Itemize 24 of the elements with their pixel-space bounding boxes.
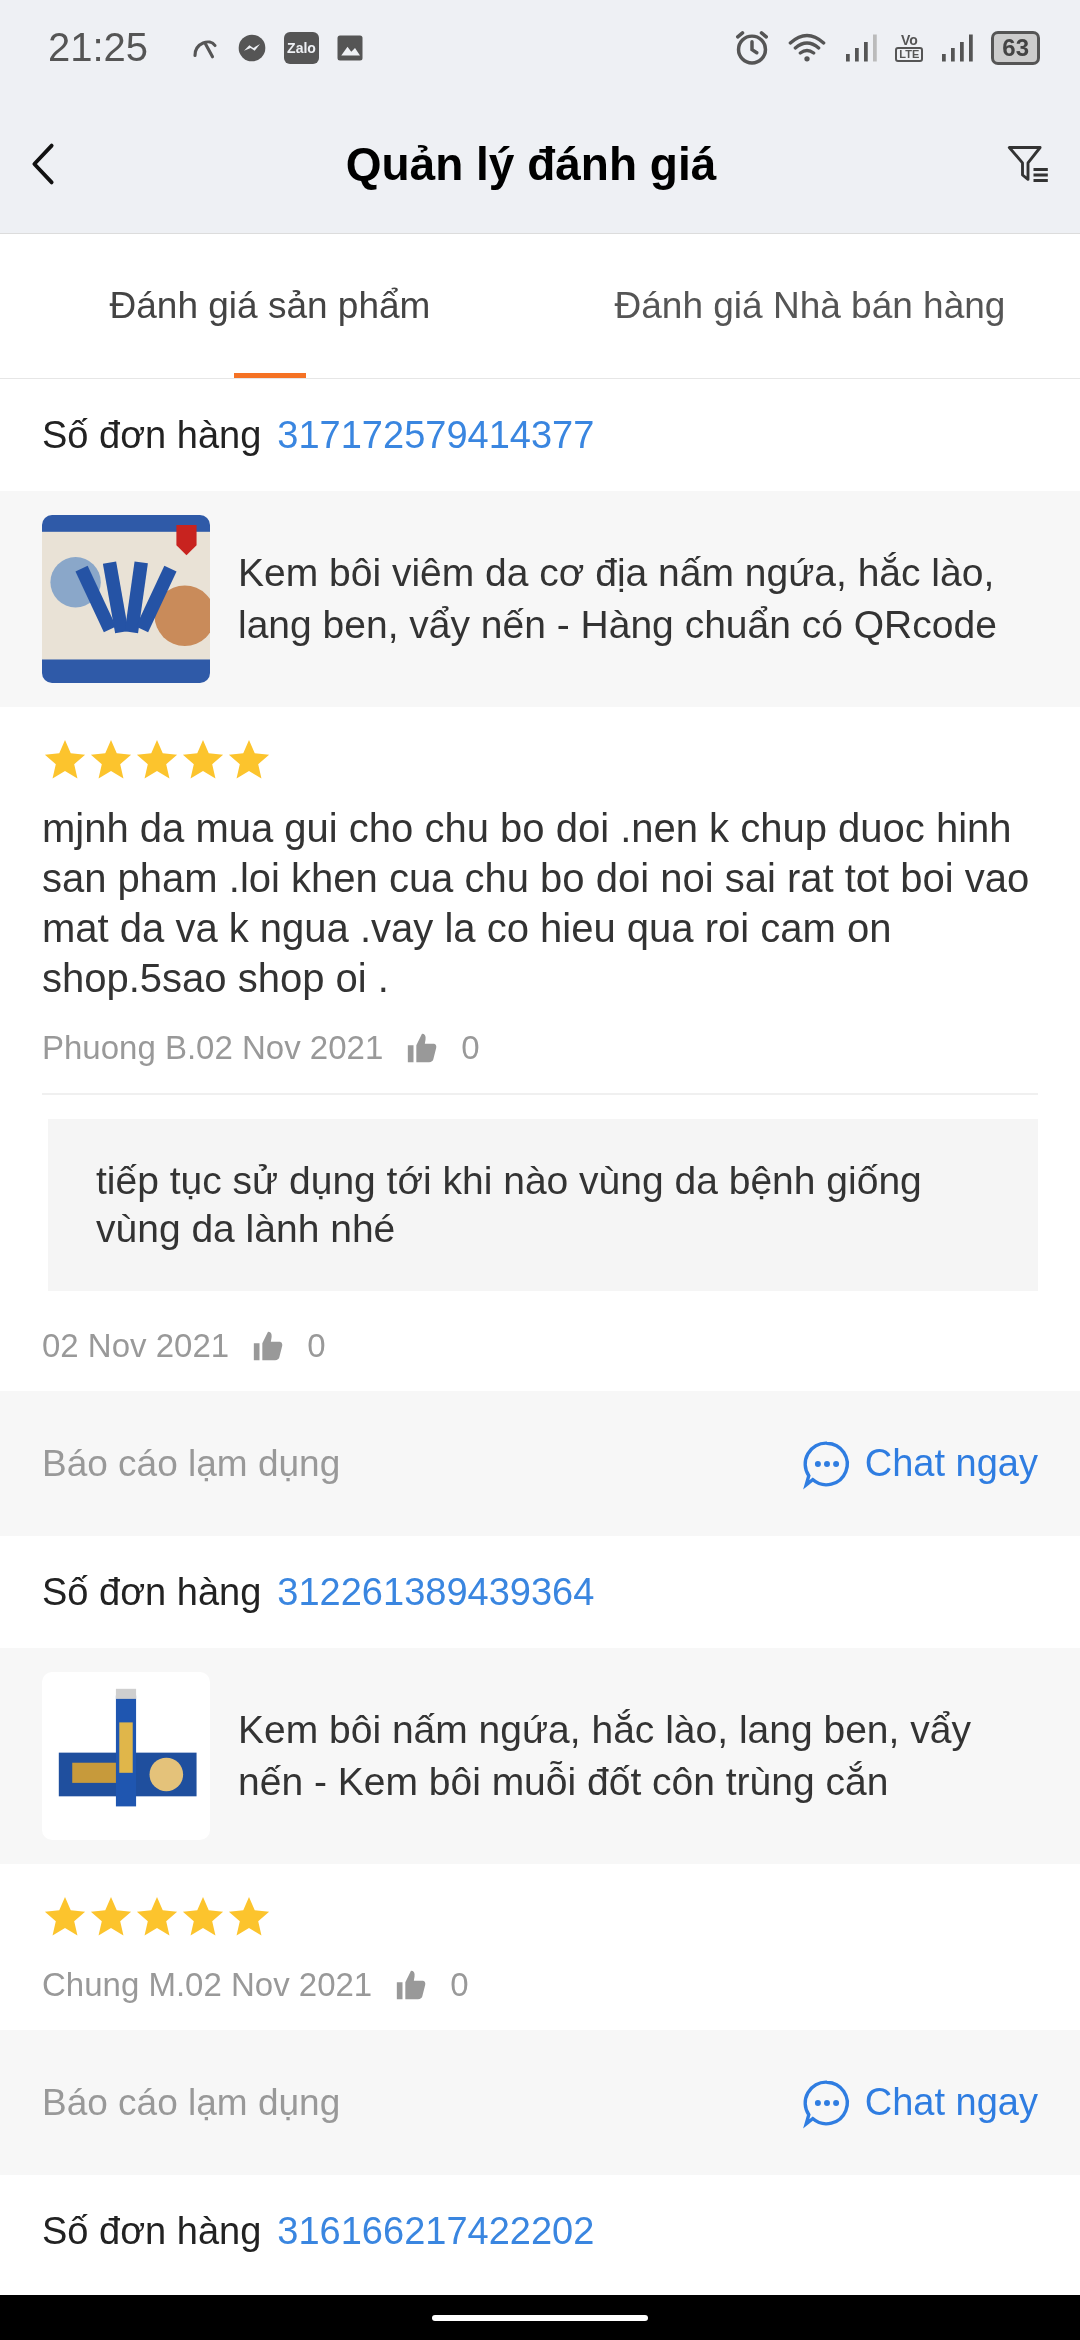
seller-reply: tiếp tục sử dụng tới khi nào vùng da bệnh giống vùng da lành nhé	[48, 1119, 1038, 1291]
reply-date: 02 Nov 2021	[42, 1327, 230, 1365]
like-count: 0	[450, 1966, 469, 2004]
report-link[interactable]: Báo cáo lạm dụng	[42, 1442, 341, 1485]
chat-link[interactable]: Chat ngay	[864, 1442, 1038, 1485]
order-label: Số đơn hàng	[42, 2209, 262, 2253]
review-author-date: Chung M.02 Nov 2021	[42, 1966, 373, 2004]
zalo-icon: Zalo	[284, 31, 319, 64]
order-number[interactable]: 312261389439364	[277, 1570, 595, 1614]
status-time: 21:25	[48, 25, 149, 70]
page-title: Quản lý đánh giá	[344, 137, 718, 191]
battery-icon: 63	[991, 30, 1040, 65]
review-text: mjnh da mua gui cho chu bo doi .nen k chup duoc hinh san pham .loi khen cua chu bo doi noi sai rat tot boi vao mat da va k ngua .vay la co hieu qua roi cam on shop.5sao shop oi .	[42, 805, 1031, 1002]
report-link[interactable]: Báo cáo lạm dụng	[42, 2081, 341, 2124]
chat-link[interactable]: Chat ngay	[864, 2081, 1038, 2124]
like-count: 0	[461, 1029, 480, 1067]
order-number[interactable]: 316166217422202	[277, 2209, 595, 2253]
back-icon[interactable]	[30, 142, 56, 186]
order-number[interactable]: 317172579414377	[277, 413, 595, 457]
order-label: Số đơn hàng	[42, 413, 262, 457]
home-indicator[interactable]	[432, 2314, 648, 2321]
order-label: Số đơn hàng	[42, 1570, 262, 1614]
like-count: 0	[307, 1327, 326, 1365]
review-author-date: Phuong B.02 Nov 2021	[42, 1029, 384, 1067]
